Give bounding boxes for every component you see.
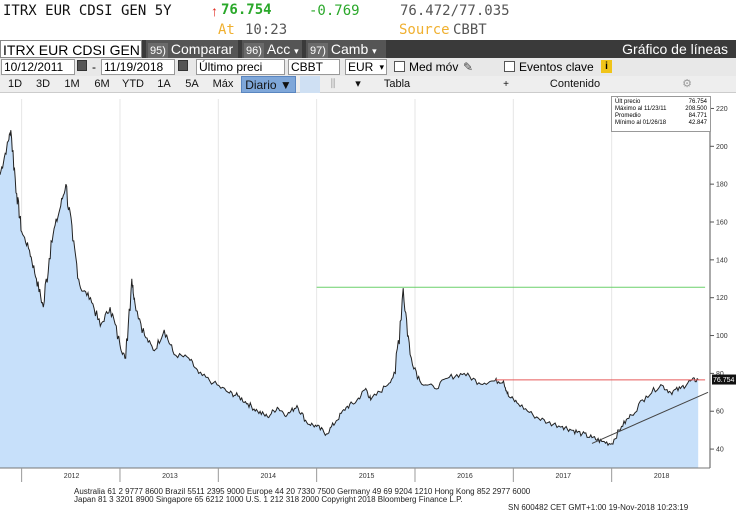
content-expand-icon[interactable]: +	[500, 76, 512, 93]
style-dropdown-chevron-icon[interactable]: ▾	[348, 76, 368, 93]
legend-label: Últ precio	[615, 99, 641, 105]
up-arrow-icon: ↑	[211, 3, 218, 19]
series-area-fill	[0, 130, 699, 468]
legend-row-high: Máximo al 11/23/11 208.500	[615, 106, 707, 113]
period-row: 1D 3D 1M 6M YTD 1A 5A Máx Diario ▼ ⫼ ▾ T…	[0, 76, 736, 93]
x-tick-label: 2015	[359, 473, 375, 480]
start-calendar-icon[interactable]	[77, 60, 87, 71]
compare-button[interactable]: 95) Comparar	[146, 40, 238, 59]
y-tick-label: 180	[716, 182, 728, 189]
currency-chevron-down-icon: ▾	[379, 62, 384, 72]
quote-time: 10:23	[245, 22, 288, 38]
period-ytd[interactable]: YTD	[119, 76, 147, 93]
quote-source: CBBT	[453, 22, 487, 38]
settings-gear-icon[interactable]: ⚙	[680, 76, 694, 93]
compare-label: Comparar	[170, 41, 234, 57]
y-tick-label: 40	[716, 447, 724, 454]
chart-style-button[interactable]	[300, 76, 320, 93]
legend-value: 42.847	[688, 120, 707, 126]
table-button[interactable]: Tabla	[372, 76, 422, 93]
x-tick-label: 2017	[555, 473, 571, 480]
change-chevron-down-icon: ▾	[372, 46, 377, 56]
y-tick-label: 140	[716, 257, 728, 264]
change-label: Camb	[330, 41, 369, 57]
moving-average-label: Med móv	[409, 60, 459, 74]
price-area	[0, 130, 699, 468]
y-tick-label: 160	[716, 220, 728, 227]
info-icon[interactable]: i	[601, 60, 612, 73]
price-chart[interactable]: 40 60 80 100 120 140 160 180 200 220 76.754 2012 20…	[0, 93, 736, 486]
price-change: -0.769	[309, 3, 360, 19]
period-3d[interactable]: 3D	[32, 76, 54, 93]
legend-row-average: Promedio 84.771	[615, 113, 707, 120]
last-value-label: 76.754	[713, 377, 735, 384]
function-bar: ITRX EUR CDSI GEN 95) Comparar 96) Acc ▾ 9…	[0, 40, 736, 59]
chart-type-title: Gráfico de líneas	[622, 41, 728, 57]
y-tick-label: 200	[716, 144, 728, 151]
y-tick-label: 220	[716, 106, 728, 113]
period-1d[interactable]: 1D	[4, 76, 26, 93]
x-tick-label: 2014	[260, 473, 276, 480]
time-label: At	[218, 22, 235, 38]
actions-key: 96)	[244, 43, 264, 59]
compare-key: 95)	[148, 43, 168, 59]
footer-timestamp: SN 600482 CET GMT+1:00 19-Nov-2018 10:23…	[508, 503, 689, 512]
x-tick-label: 2013	[162, 473, 178, 480]
chart-legend[interactable]: Últ precio 76.754 Máximo al 11/23/11 208.5…	[611, 96, 711, 132]
start-date-input[interactable]: 10/12/2011	[1, 59, 75, 75]
y-tick-label: 60	[716, 409, 724, 416]
currency-select[interactable]: EUR ▾	[345, 59, 387, 75]
x-tick-label: 2012	[64, 473, 80, 480]
content-button[interactable]: Contenido	[540, 76, 610, 93]
legend-label: Máximo al 11/23/11	[615, 106, 667, 112]
x-tick-label: 2018	[654, 473, 670, 480]
period-max[interactable]: Máx	[209, 76, 237, 93]
source-input[interactable]: CBBT	[288, 59, 340, 75]
options-row: 10/12/2011 - 11/19/2018 Último preci CBB…	[0, 58, 736, 76]
actions-button[interactable]: 96) Acc ▾	[242, 40, 302, 59]
actions-chevron-down-icon: ▾	[294, 46, 299, 56]
price-field-select[interactable]: Último preci	[196, 59, 285, 75]
x-tick-label: 2016	[457, 473, 473, 480]
period-5a[interactable]: 5A	[181, 76, 203, 93]
actions-label: Acc	[266, 41, 291, 57]
legend-row-last: Últ precio 76.754	[615, 99, 707, 106]
x-axis: 2012 2013 2014 2015 2016 2017 2018	[0, 467, 710, 482]
legend-label: Mínimo al 01/26/18	[615, 120, 667, 126]
y-tick-label: 120	[716, 295, 728, 302]
legend-value: 208.500	[685, 106, 707, 112]
date-separator: -	[92, 60, 96, 74]
currency-value: EUR	[348, 60, 374, 74]
chart-canvas[interactable]: 40608010012014016018020022076.754 2012 20…	[0, 93, 736, 486]
period-6m[interactable]: 6M	[90, 76, 114, 93]
period-1a[interactable]: 1A	[153, 76, 175, 93]
legend-value: 76.754	[688, 99, 707, 105]
end-date-input[interactable]: 11/19/2018	[101, 59, 175, 75]
change-button[interactable]: 97) Camb ▾	[306, 40, 386, 59]
legend-row-low: Mínimo al 01/26/18 42.847	[615, 120, 707, 127]
source-label: Source	[399, 22, 450, 38]
end-calendar-icon[interactable]	[178, 60, 188, 71]
quote-bar: ITRX EUR CDSI GEN 5Y ↑ 76.754 -0.769 76.…	[0, 0, 736, 40]
y-tick-label: 100	[716, 333, 728, 340]
pencil-icon[interactable]: ✎	[463, 59, 473, 75]
bid-ask: 76.472/77.035	[400, 3, 510, 19]
key-events-label: Eventos clave	[519, 60, 594, 74]
frequency-select[interactable]: Diario ▼	[241, 76, 296, 93]
footer: Australia 61 2 9777 8600 Brazil 5511 239…	[0, 486, 736, 529]
legend-label: Promedio	[615, 113, 641, 119]
last-price: 76.754	[221, 2, 272, 18]
key-events-checkbox[interactable]	[504, 61, 515, 72]
period-1m[interactable]: 1M	[60, 76, 84, 93]
change-key: 97)	[308, 43, 328, 59]
y-axis: 40608010012014016018020022076.754	[709, 99, 736, 468]
legend-value: 84.771	[688, 113, 707, 119]
security-input[interactable]: ITRX EUR CDSI GEN	[0, 40, 142, 58]
bar-chart-icon[interactable]: ⫼	[323, 76, 343, 93]
moving-average-checkbox[interactable]	[394, 61, 405, 72]
security-ticker: ITRX EUR CDSI GEN 5Y	[3, 3, 172, 19]
footer-contacts-2: Japan 81 3 3201 8900 Singapore 65 6212 1…	[74, 495, 463, 504]
